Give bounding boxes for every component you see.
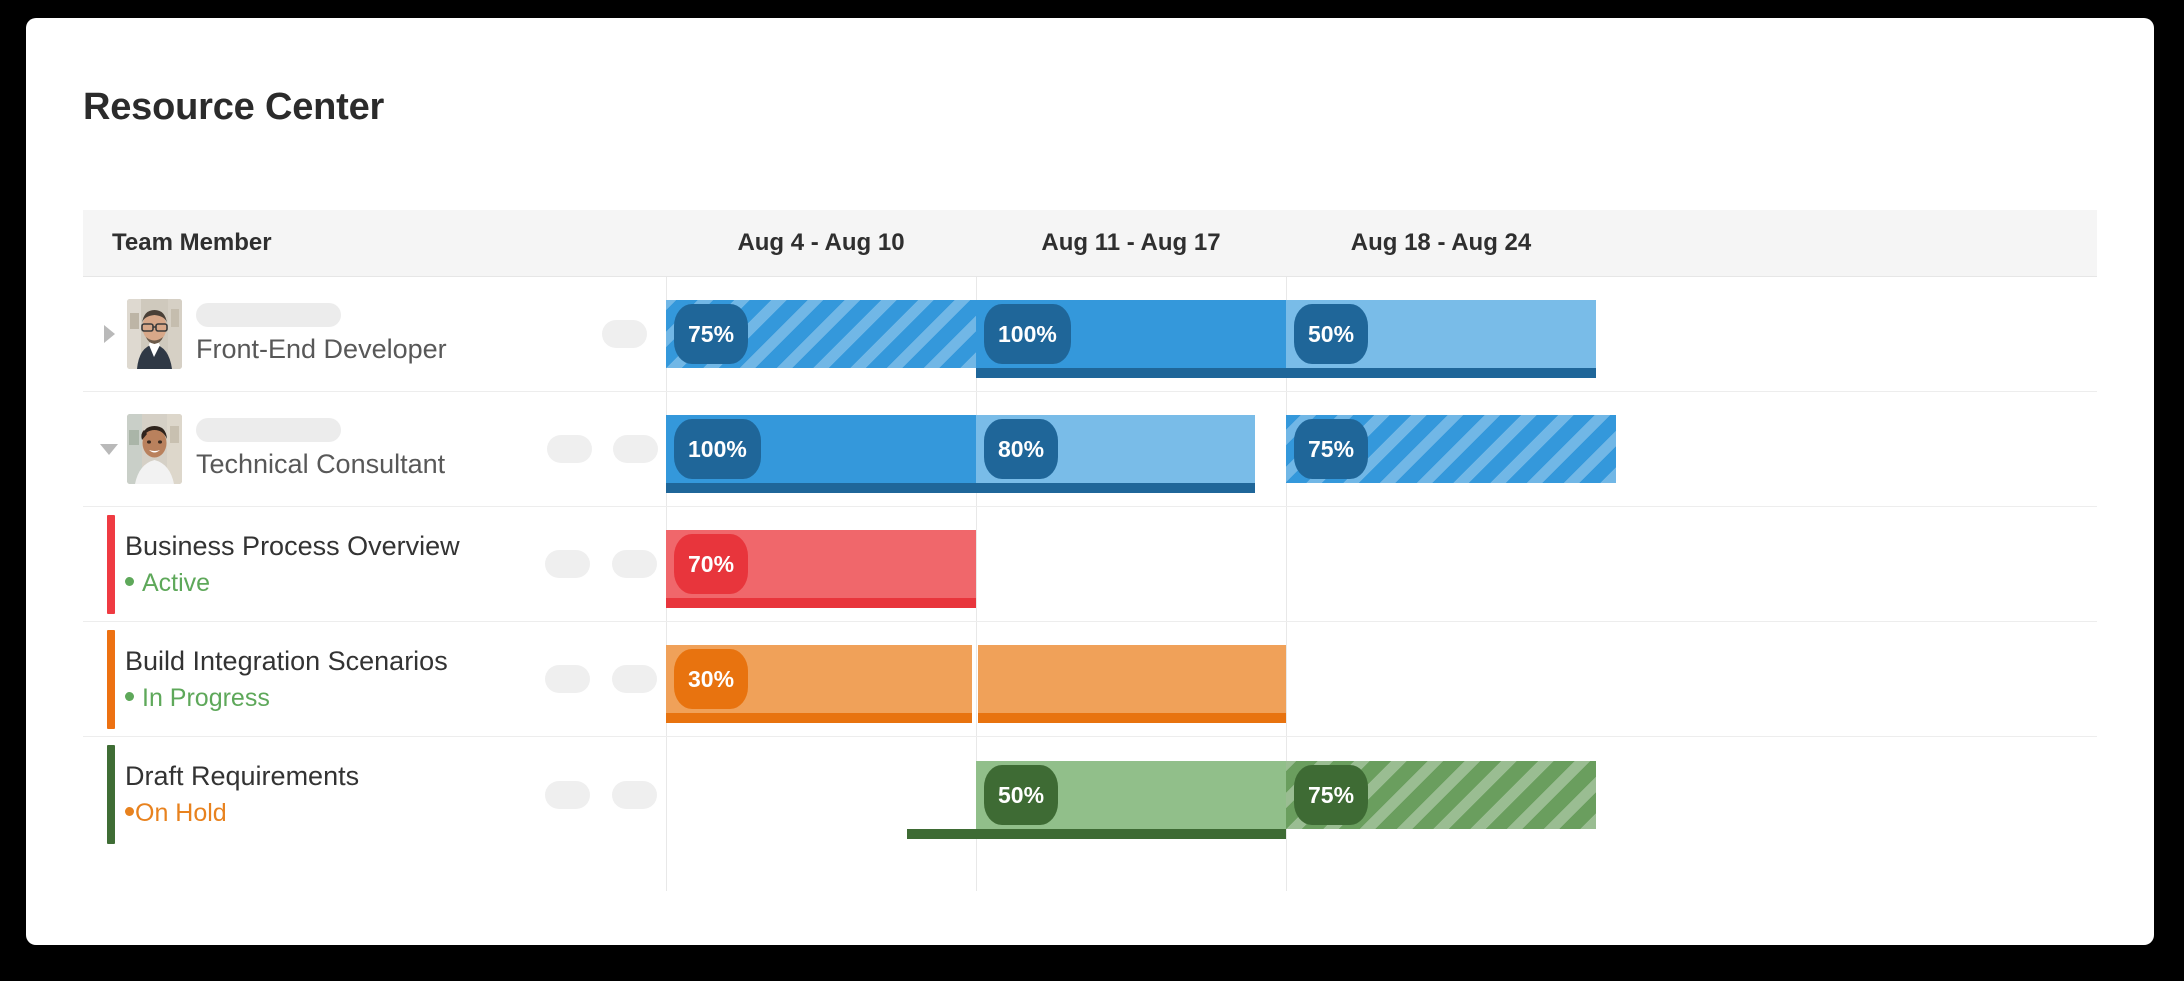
status-badge: In Progress (125, 684, 270, 713)
gantt-bar-percent: 100% (674, 419, 761, 479)
gantt-bar-percent: 50% (984, 764, 1059, 825)
row-action-placeholder[interactable] (545, 665, 590, 693)
screen: Resource Center Team Member Aug 4 - Aug … (0, 0, 2184, 981)
task-name-label: Build Integration Scenarios (125, 646, 448, 676)
gantt-bar[interactable]: 75% (666, 300, 976, 368)
row-action-placeholder[interactable] (547, 435, 592, 463)
status-dot-icon (125, 576, 134, 586)
gantt-bar[interactable]: 30% (666, 645, 972, 723)
status-label: In Progress (142, 684, 270, 712)
task-name-label: Draft Requirements (125, 761, 360, 791)
expand-collapse-toggle[interactable] (99, 323, 121, 345)
gantt-bar-percent: 50% (1294, 304, 1369, 364)
row-action-placeholder[interactable] (612, 665, 657, 693)
gantt-bar-progress (666, 598, 976, 608)
row-action-placeholder[interactable] (545, 550, 590, 578)
gantt-bar[interactable]: 50% (1286, 300, 1596, 378)
status-label: On Hold (135, 799, 227, 827)
member-name-skeleton (196, 418, 341, 442)
member-name-skeleton (196, 303, 341, 327)
status-badge: Active (125, 569, 210, 598)
task-name-label: Business Process Overview (125, 531, 460, 561)
row-action-placeholder[interactable] (612, 550, 657, 578)
table-header-row: Team Member Aug 4 - Aug 10 Aug 11 - Aug … (83, 210, 2097, 277)
task-accent-bar (107, 515, 115, 614)
table-row[interactable]: Draft Requirements On Hold 50% 75% (83, 737, 2097, 852)
row-action-placeholder[interactable] (545, 780, 590, 809)
gantt-bar[interactable]: 100% (976, 300, 1286, 378)
gantt-bar-percent: 30% (674, 649, 749, 709)
gantt-bar-percent: 75% (1294, 419, 1369, 479)
resource-gantt-table: Team Member Aug 4 - Aug 10 Aug 11 - Aug … (83, 210, 2097, 891)
task-accent-bar (107, 745, 115, 844)
row-action-placeholder[interactable] (612, 780, 657, 809)
column-header-week-1[interactable]: Aug 4 - Aug 10 (666, 210, 976, 276)
table-row[interactable]: Business Process Overview Active 70% (83, 507, 2097, 622)
table-row[interactable]: Front-End Developer 75% 100% 50% (83, 277, 2097, 392)
status-label: Active (142, 569, 211, 597)
gantt-bar-percent: 75% (1294, 764, 1369, 825)
expand-collapse-toggle[interactable] (99, 438, 121, 460)
chevron-right-icon (104, 325, 115, 343)
gantt-bar-progress (976, 483, 1255, 493)
column-header-team-member[interactable]: Team Member (112, 210, 272, 276)
gantt-bar-percent: 80% (984, 419, 1059, 479)
column-header-week-3[interactable]: Aug 18 - Aug 24 (1286, 210, 1596, 276)
member-role-label: Technical Consultant (196, 449, 446, 479)
resource-center-card: Resource Center Team Member Aug 4 - Aug … (26, 18, 2154, 945)
avatar (127, 299, 182, 369)
gantt-bar[interactable]: 70% (666, 530, 976, 608)
gantt-bar-progress (666, 713, 972, 723)
gantt-bar-percent: 70% (674, 534, 749, 594)
gantt-bar[interactable]: 80% (976, 415, 1255, 493)
table-body: Front-End Developer 75% 100% 50% Technic… (83, 277, 2097, 891)
gantt-bar-continuation[interactable] (978, 645, 1286, 723)
gantt-bar[interactable]: 75% (1286, 760, 1596, 829)
chevron-down-icon (100, 444, 118, 455)
status-dot-icon (125, 691, 134, 701)
status-badge: On Hold (125, 799, 227, 828)
table-row[interactable]: Build Integration Scenarios In Progress … (83, 622, 2097, 737)
column-header-week-2[interactable]: Aug 11 - Aug 17 (976, 210, 1286, 276)
member-role-label: Front-End Developer (196, 334, 447, 364)
table-row[interactable]: Technical Consultant 100% 80% 75% (83, 392, 2097, 507)
row-action-placeholder[interactable] (613, 435, 658, 463)
gantt-bar-progress (1286, 368, 1596, 378)
row-action-placeholder[interactable] (602, 320, 647, 348)
page-title: Resource Center (83, 86, 385, 128)
gantt-bar-progress (666, 483, 976, 493)
gantt-bar[interactable]: 75% (1286, 415, 1616, 483)
gantt-bar[interactable]: 100% (666, 415, 976, 493)
gantt-bar-progress (907, 828, 1286, 839)
gantt-bar-progress (978, 713, 1286, 723)
gantt-bar-percent: 75% (674, 304, 749, 364)
gantt-bar-percent: 100% (984, 304, 1071, 364)
gantt-bar-progress (976, 368, 1286, 378)
task-accent-bar (107, 630, 115, 729)
status-dot-icon (125, 806, 134, 816)
avatar (127, 414, 182, 484)
gantt-bar[interactable]: 50% (907, 760, 1286, 839)
